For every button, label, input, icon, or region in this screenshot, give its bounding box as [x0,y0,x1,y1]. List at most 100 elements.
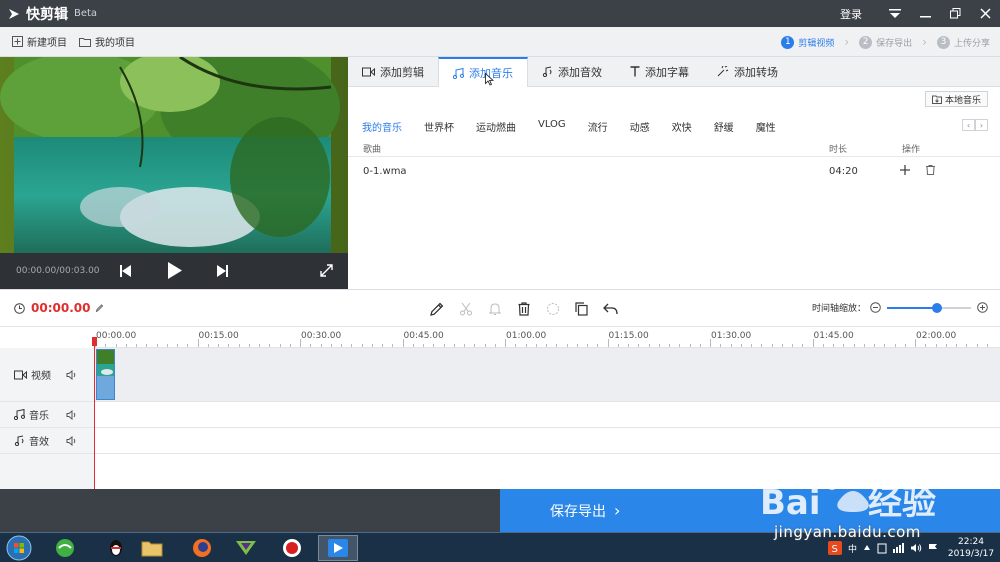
undo-button[interactable] [596,299,625,319]
local-music-button[interactable]: 本地音乐 [924,91,988,107]
next-frame-button[interactable] [217,265,228,280]
prev-frame-button[interactable] [120,265,131,280]
chevron-left-icon[interactable]: ‹ [962,119,975,131]
category-item[interactable]: 魔性 [756,119,776,134]
save-export-button[interactable]: 保存导出 › [500,489,1000,532]
volume-icon[interactable] [66,369,77,380]
taskbar-app-recorder[interactable] [272,535,312,561]
sound-effect-icon [542,66,552,77]
music-note-icon [14,409,25,420]
ruler-minor-tick [699,344,701,347]
tab-add-subtitle[interactable]: 添加字幕 [616,57,703,86]
volume-icon[interactable] [66,409,77,420]
video-track[interactable] [95,348,1000,402]
track-label-music: 音乐 [29,411,49,422]
import-folder-icon [931,95,942,104]
timeline-zoom: 时间轴缩放： [812,301,988,314]
sfx-track[interactable] [95,428,1000,454]
fullscreen-button[interactable] [320,264,333,280]
ruler-minor-tick [894,344,896,347]
ruler-minor-tick [771,344,773,347]
ruler-minor-tick [679,344,681,347]
volume-icon[interactable] [66,435,77,446]
category-item[interactable]: 我的音乐 [362,119,402,134]
tab-add-music[interactable]: 添加音乐 [438,57,528,87]
ruler-minor-tick [125,344,127,347]
music-row[interactable]: 0-1.wma 04:20 [348,163,1000,181]
tab-add-clip[interactable]: 添加剪辑 [348,57,438,86]
category-item[interactable]: 运动燃曲 [476,119,516,134]
category-item[interactable]: 欢快 [672,119,692,134]
ruler-tick-label: 01:00.00 [506,331,547,341]
device-icon[interactable] [877,543,887,554]
login-button[interactable]: 登录 [840,6,862,22]
video-clip[interactable] [96,349,115,400]
time-ruler[interactable]: 00:00.00 00:15.00 00:30.00 00:45.00 01:00.00… [95,327,1000,348]
music-note-icon [453,67,464,79]
media-tabs: 添加剪辑 添加音乐 添加音效 添加字幕 添加转场 [348,57,1000,87]
taskbar-app-qq[interactable] [96,535,136,561]
category-item[interactable]: 动感 [630,119,650,134]
skip-back-icon [120,265,131,277]
start-button[interactable] [4,534,34,562]
category-item[interactable]: VLOG [538,119,566,134]
minimize-button[interactable] [910,0,940,27]
taskbar-app-media[interactable] [226,535,266,561]
taskbar-app-firefox[interactable] [182,535,222,561]
category-item[interactable]: 舒缓 [714,119,734,134]
menu-button[interactable] [880,0,910,27]
bell-button[interactable] [480,299,509,319]
video-frame [0,57,348,253]
playhead[interactable] [94,337,95,489]
new-project-button[interactable]: 新建项目 [12,34,67,49]
ruler-minor-tick [177,344,178,347]
system-clock[interactable]: 22:24 2019/3/17 [942,536,1000,560]
restore-icon [949,8,960,19]
volume-icon[interactable] [910,543,922,553]
ruler-minor-tick [474,344,476,347]
pencil-button[interactable] [422,299,451,319]
ruler-minor-tick [494,344,496,347]
zoom-slider[interactable] [887,302,971,314]
music-track[interactable] [95,402,1000,428]
add-icon[interactable] [900,165,910,175]
taskbar-app-kuaijianji[interactable] [318,535,358,561]
step-export[interactable]: 2 保存导出 [859,35,912,49]
zoom-in-icon[interactable] [977,302,988,313]
flag-icon[interactable] [928,543,938,553]
chevron-right-icon[interactable]: › [975,119,988,131]
trash-icon[interactable] [926,165,935,175]
svg-text:S: S [831,544,837,555]
copy-button[interactable] [567,299,596,319]
up-arrow-icon[interactable] [863,544,871,552]
step-edit[interactable]: 1 剪辑视频 [781,35,834,49]
close-button[interactable] [970,0,1000,27]
step-share[interactable]: 3 上传分享 [936,35,990,49]
network-icon[interactable] [893,543,904,553]
sogou-ime-icon[interactable]: S [827,541,842,555]
track-label-sfx: 音效 [29,437,49,448]
cut-button[interactable] [451,299,480,319]
taskbar-app-explorer[interactable] [132,535,172,561]
my-projects-button[interactable]: 我的项目 [79,34,135,49]
ruler-major-tick [812,339,814,347]
ruler-minor-tick [822,344,824,347]
ruler-minor-tick [320,344,322,347]
ruler-minor-tick [279,344,281,347]
trash-icon [518,302,529,316]
ruler-major-tick [197,339,199,347]
maximize-button[interactable] [940,0,970,27]
play-button[interactable] [168,262,182,282]
tab-add-transition[interactable]: 添加转场 [703,57,792,86]
category-item[interactable]: 世界杯 [424,119,454,134]
column-song: 歌曲 [363,145,382,155]
ime-indicator[interactable]: 中 [848,542,857,555]
zoom-slider-thumb[interactable] [932,302,943,313]
edit-time-icon[interactable] [96,304,104,312]
taskbar-app-browser[interactable] [45,535,85,561]
category-item[interactable]: 流行 [588,119,608,134]
zoom-out-icon[interactable] [870,302,881,313]
tab-add-sfx[interactable]: 添加音效 [528,57,616,86]
crop-button[interactable] [538,299,567,319]
delete-button[interactable] [509,299,538,319]
